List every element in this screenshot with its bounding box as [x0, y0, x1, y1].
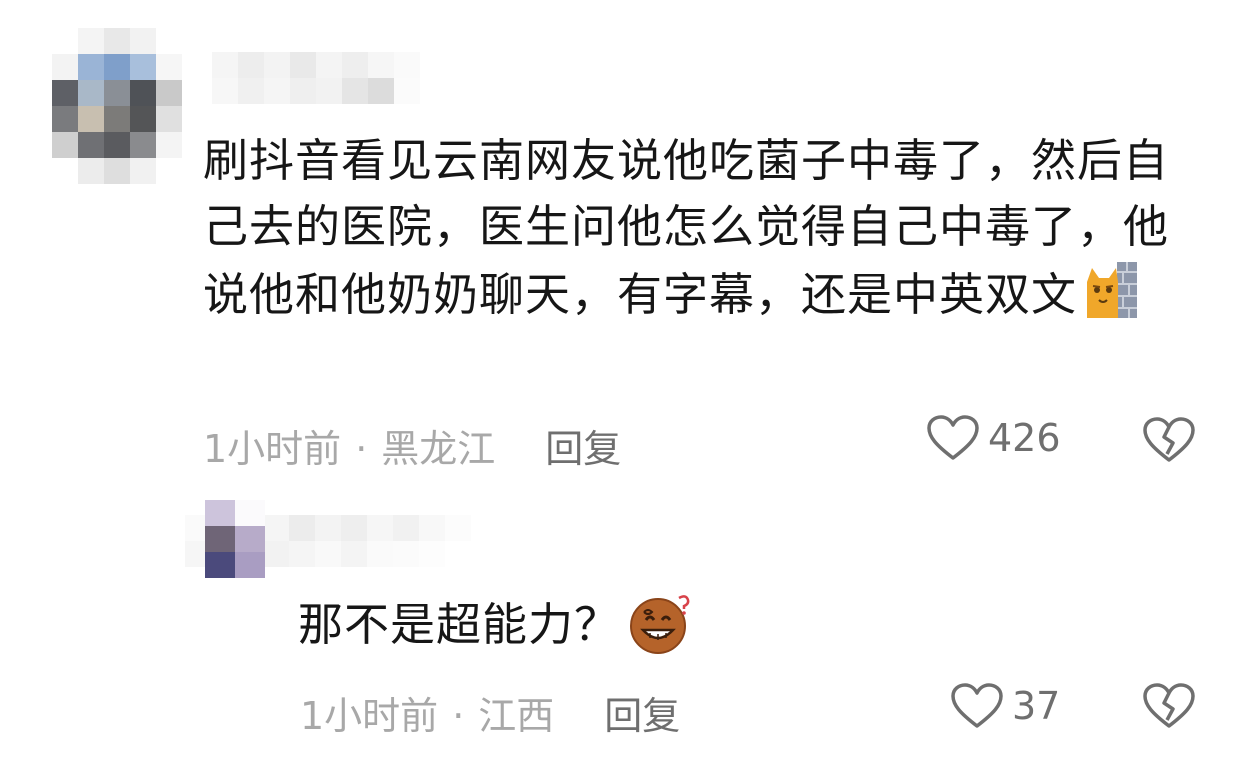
reply-avatar[interactable]	[205, 500, 265, 580]
reply-body: 那不是超能力？	[298, 598, 621, 651]
reply-like-button[interactable]: 37	[950, 682, 1060, 730]
reply-time: 1小时前	[300, 694, 439, 738]
like-count: 37	[1012, 684, 1061, 728]
like-button[interactable]: 426	[926, 414, 1061, 462]
dislike-button[interactable]	[1142, 416, 1196, 468]
reply-button[interactable]: 回复	[545, 427, 621, 471]
broken-heart-icon	[1143, 417, 1195, 462]
meta-separator: ·	[452, 694, 465, 738]
reply-meta: 1小时前 · 江西 回复	[300, 685, 680, 740]
like-count: 426	[988, 416, 1061, 460]
cat-behind-wall-emoji	[1083, 260, 1139, 336]
reply-dislike-button[interactable]	[1142, 682, 1196, 734]
comment-time: 1小时前	[203, 427, 342, 471]
avatar[interactable]	[52, 28, 182, 188]
comment-location: 黑龙江	[381, 427, 496, 471]
comment-text: 刷抖音看见云南网友说他吃菌子中毒了，然后自己去的医院，医生问他怎么觉得自己中毒了…	[203, 128, 1213, 336]
heart-icon	[927, 415, 979, 460]
broken-heart-icon	[1143, 683, 1195, 728]
meta-separator: ·	[355, 427, 368, 471]
reply-location: 江西	[478, 694, 555, 738]
heart-icon	[951, 683, 1003, 728]
dizzy-grin-emoji	[626, 592, 696, 672]
username[interactable]	[212, 52, 422, 104]
comment-body: 刷抖音看见云南网友说他吃菌子中毒了，然后自己去的医院，医生问他怎么觉得自己中毒了…	[203, 134, 1170, 321]
reply-text: 那不是超能力？	[298, 592, 998, 672]
comment-meta: 1小时前 · 黑龙江 回复	[203, 418, 621, 473]
comment-thread: 刷抖音看见云南网友说他吃菌子中毒了，然后自己去的医院，医生问他怎么觉得自己中毒了…	[0, 0, 1260, 765]
reply-button[interactable]: 回复	[604, 694, 680, 738]
